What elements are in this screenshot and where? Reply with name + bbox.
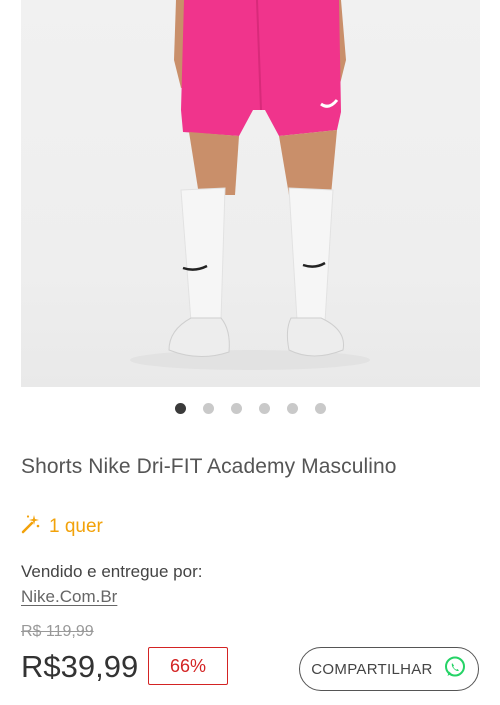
discount-badge: 66%	[148, 647, 228, 685]
current-price: R$39,99	[21, 649, 139, 684]
whatsapp-icon	[443, 655, 467, 683]
gallery-dot[interactable]	[202, 403, 214, 414]
product-photo-illustration	[130, 0, 370, 370]
wants-label: 1 quer	[49, 516, 103, 537]
wants-counter[interactable]: 1 quer	[21, 514, 103, 540]
gallery-dot[interactable]	[314, 403, 326, 414]
product-image[interactable]	[21, 0, 480, 387]
seller-link[interactable]: Nike.Com.Br	[21, 587, 117, 607]
gallery-dot[interactable]	[230, 403, 242, 414]
share-button-label: COMPARTILHAR	[311, 660, 433, 678]
sold-by-label: Vendido e entregue por:	[21, 562, 203, 581]
sparkle-wand-icon	[21, 514, 41, 540]
product-title: Shorts Nike Dri-FIT Academy Masculino	[21, 455, 397, 478]
gallery-pagination	[0, 403, 500, 414]
gallery-dot[interactable]	[174, 403, 186, 414]
gallery-dot[interactable]	[286, 403, 298, 414]
gallery-dot[interactable]	[258, 403, 270, 414]
share-button[interactable]: COMPARTILHAR	[299, 647, 479, 691]
old-price: R$ 119,99	[21, 623, 94, 640]
